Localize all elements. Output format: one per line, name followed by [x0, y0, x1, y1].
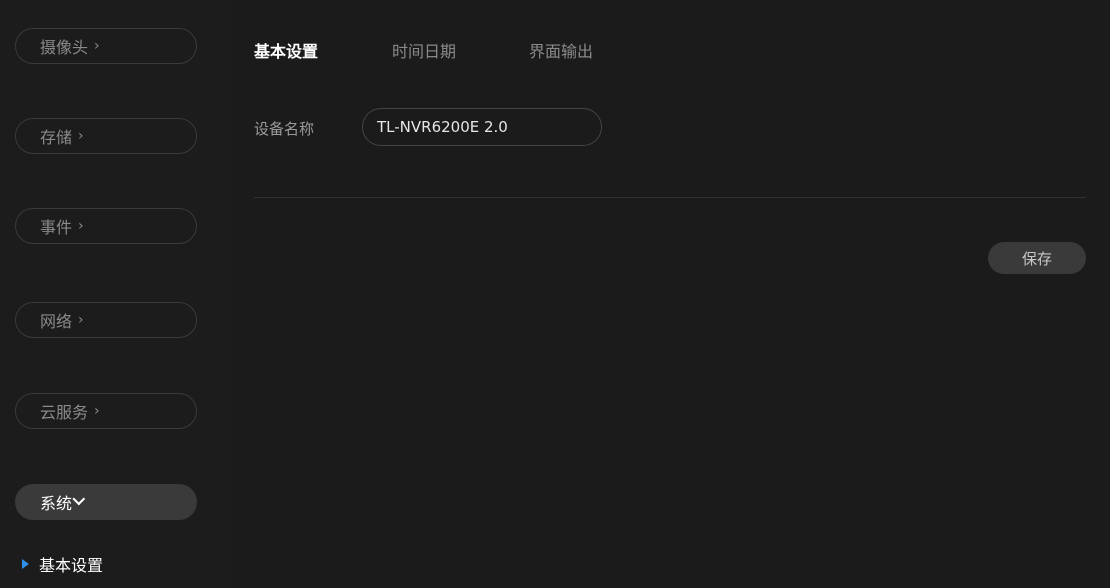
device-name-field[interactable]	[362, 108, 602, 146]
sidebar-item-storage[interactable]: 存储 ›	[15, 118, 197, 154]
sidebar-item-label: 系统	[40, 494, 73, 513]
sidebar-item-label: 云服务	[40, 403, 89, 422]
sidebar-item-system[interactable]: 系统	[15, 484, 197, 520]
divider	[254, 197, 1086, 198]
sidebar-item-label: 事件	[40, 218, 73, 237]
sidebar-item-cloud-service[interactable]: 云服务 ›	[15, 393, 197, 429]
chevron-right-icon: ›	[78, 218, 84, 234]
chevron-right-icon: ›	[78, 128, 84, 144]
sidebar-item-events[interactable]: 事件 ›	[15, 208, 197, 244]
sidebar-item-label: 摄像头	[40, 38, 89, 57]
sidebar-subitem-basic-settings[interactable]: 基本设置	[22, 552, 103, 576]
sidebar-subitem-label: 基本设置	[39, 556, 104, 575]
sidebar-item-camera[interactable]: 摄像头 ›	[15, 28, 197, 64]
save-button[interactable]: 保存	[988, 242, 1086, 274]
tab-basic-settings[interactable]: 基本设置	[254, 38, 318, 62]
tab-display-output[interactable]: 界面输出	[529, 38, 593, 62]
sidebar-item-label: 网络	[40, 312, 73, 331]
chevron-down-icon	[72, 492, 86, 505]
chevron-right-icon: ›	[78, 312, 84, 328]
chevron-right-icon: ›	[94, 403, 100, 419]
chevron-right-icon: ›	[94, 38, 100, 54]
triangle-right-icon	[22, 559, 29, 569]
app-window: 摄像头 › 存储 › 事件 › 网络 › 云服务 › 系统 基本设置 基本设置	[0, 0, 1110, 588]
sidebar-item-label: 存储	[40, 128, 73, 147]
sidebar-item-network[interactable]: 网络 ›	[15, 302, 197, 338]
sidebar: 摄像头 › 存储 › 事件 › 网络 › 云服务 › 系统 基本设置	[0, 0, 230, 588]
tab-time-date[interactable]: 时间日期	[392, 38, 456, 62]
device-name-label: 设备名称	[254, 120, 315, 138]
